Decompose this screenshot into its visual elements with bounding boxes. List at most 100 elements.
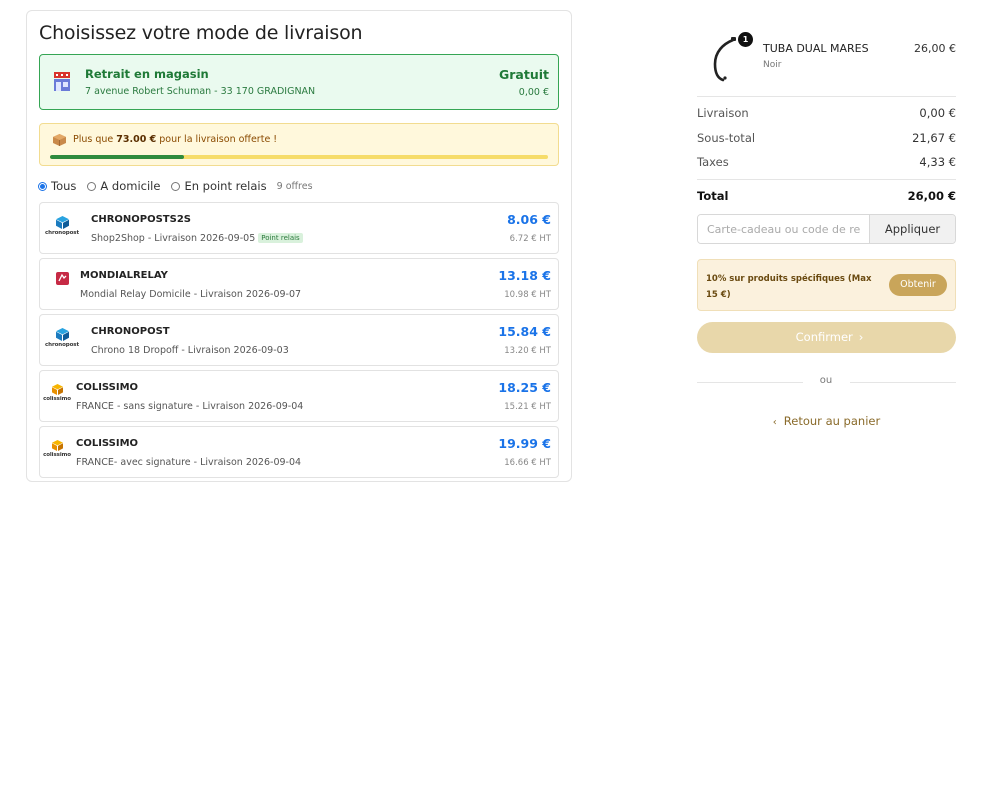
carrier-name: COLISSIMO xyxy=(76,382,139,393)
store-name: Retrait en magasin xyxy=(85,67,209,81)
carrier-option[interactable]: chronopost CHRONOPOSTS2S Shop2Shop - Liv… xyxy=(39,202,559,254)
or-divider-right xyxy=(850,382,956,383)
radio-indicator xyxy=(38,181,47,191)
carrier-description: Mondial Relay Domicile - Livraison 2026-… xyxy=(80,289,302,300)
mondialrelay-logo xyxy=(40,272,84,298)
total-row: Total 26,00 € xyxy=(697,189,956,203)
chronopost-logo: chronopost xyxy=(40,216,84,242)
carrier-list: chronopost CHRONOPOSTS2S Shop2Shop - Liv… xyxy=(39,202,559,478)
carrier-price-ht: 10.98 € HT xyxy=(504,290,551,300)
carrier-price: 19.99 € xyxy=(498,436,551,451)
filter-all-label: Tous xyxy=(51,179,77,193)
carrier-description: Chrono 18 Dropoff - Livraison 2026-09-03 xyxy=(91,345,289,356)
carrier-price-ht: 13.20 € HT xyxy=(504,346,551,356)
filter-relay-label: En point relais xyxy=(184,179,267,193)
promo-amount: 73.00 € xyxy=(116,134,157,145)
chevron-left-icon: ‹ xyxy=(772,417,777,428)
carrier-logo-caption: colissimo xyxy=(43,396,71,402)
confirm-button[interactable]: Confirmer › xyxy=(697,322,956,353)
carrier-name: CHRONOPOSTS2S xyxy=(91,214,191,225)
carrier-price-ht: 6.72 € HT xyxy=(509,234,551,244)
back-to-cart-label: Retour au panier xyxy=(783,414,881,428)
carrier-option[interactable]: colissimo COLISSIMO FRANCE - sans signat… xyxy=(39,370,559,422)
promo-suffix: pour la livraison offerte ! xyxy=(156,134,278,145)
store-pickup-option[interactable]: Retrait en magasin 7 avenue Robert Schum… xyxy=(39,54,559,110)
confirm-label: Confirmer xyxy=(795,330,853,344)
subtotal-value: 21,67 € xyxy=(912,131,956,145)
chronopost-logo: chronopost xyxy=(40,328,84,354)
radio-indicator xyxy=(171,181,181,191)
subtotal-label: Sous-total xyxy=(697,131,756,145)
divider xyxy=(697,96,956,97)
point-relais-tag: Point relais xyxy=(258,233,303,243)
coupon-input[interactable] xyxy=(698,215,870,243)
quantity-badge: 1 xyxy=(738,32,753,47)
page-title: Choisissez votre mode de livraison xyxy=(39,22,363,44)
shipping-label: Livraison xyxy=(697,106,749,120)
filter-all-radio[interactable]: Tous xyxy=(38,179,76,193)
carrier-logo-caption: chronopost xyxy=(45,342,79,348)
promo-prefix: Plus que xyxy=(73,134,117,145)
or-divider-left xyxy=(697,382,803,383)
carrier-price: 13.18 € xyxy=(498,268,551,283)
store-icon xyxy=(54,72,70,91)
radio-indicator xyxy=(87,181,97,191)
store-price: 0,00 € xyxy=(518,87,549,98)
filter-relay-radio[interactable]: En point relais xyxy=(171,179,267,193)
back-to-cart-link[interactable]: ‹ Retour au panier xyxy=(697,414,956,428)
or-label: ou xyxy=(819,375,833,386)
package-icon xyxy=(53,134,66,146)
total-label: Total xyxy=(697,189,729,203)
product-price: 26,00 € xyxy=(914,42,956,55)
carrier-option[interactable]: chronopost CHRONOPOST Chrono 18 Dropoff … xyxy=(39,314,559,366)
promo-text: Plus que 73.00 € pour la livraison offer… xyxy=(73,134,277,145)
delivery-filters: Tous A domicile En point relais 9 offres xyxy=(38,179,559,193)
carrier-price: 18.25 € xyxy=(498,380,551,395)
carrier-name: COLISSIMO xyxy=(76,438,139,449)
colissimo-icon xyxy=(51,440,63,451)
store-free-label: Gratuit xyxy=(499,67,549,82)
carrier-logo-caption: chronopost xyxy=(45,230,79,236)
promo-progress-bar xyxy=(50,155,548,159)
chronopost-cube-icon xyxy=(55,216,69,229)
chronopost-cube-icon xyxy=(55,328,69,341)
carrier-price-ht: 16.66 € HT xyxy=(504,458,551,468)
carrier-description-text: Shop2Shop - Livraison 2026-09-05 xyxy=(91,233,256,244)
taxes-row: Taxes 4,33 € xyxy=(697,155,956,169)
subtotal-row: Sous-total 21,67 € xyxy=(697,131,956,145)
taxes-label: Taxes xyxy=(697,155,729,169)
apply-coupon-button[interactable]: Appliquer xyxy=(869,215,955,243)
filter-home-radio[interactable]: A domicile xyxy=(87,179,160,193)
mondialrelay-icon xyxy=(55,272,69,285)
carrier-logo-caption: colissimo xyxy=(43,452,71,458)
get-offer-button[interactable]: Obtenir xyxy=(889,274,947,296)
carrier-description: FRANCE - sans signature - Livraison 2026… xyxy=(76,401,304,412)
product-variant: Noir xyxy=(763,60,782,70)
taxes-value: 4,33 € xyxy=(919,155,956,169)
carrier-description: Shop2Shop - Livraison 2026-09-05 Point re… xyxy=(91,233,303,244)
colissimo-icon xyxy=(51,384,63,395)
offer-text: 10% sur produits spécifiques (Max 15 €) xyxy=(706,274,872,300)
shipping-row: Livraison 0,00 € xyxy=(697,106,956,120)
delivery-panel: Choisissez votre mode de livraison Retra… xyxy=(26,10,572,482)
promo-progress-fill xyxy=(50,155,185,159)
divider xyxy=(697,179,956,180)
offers-count: 9 offres xyxy=(276,180,313,192)
carrier-price: 8.06 € xyxy=(507,212,551,227)
carrier-name: MONDIALRELAY xyxy=(80,270,168,281)
carrier-description: FRANCE- avec signature - Livraison 2026-… xyxy=(76,457,302,468)
carrier-option[interactable]: colissimo COLISSIMO FRANCE- avec signatu… xyxy=(39,426,559,478)
chevron-right-icon: › xyxy=(858,330,864,344)
colissimo-logo: colissimo xyxy=(35,440,79,466)
discount-offer: 10% sur produits spécifiques (Max 15 €) … xyxy=(697,259,956,311)
product-name: TUBA DUAL MARES xyxy=(763,42,869,55)
free-shipping-banner: Plus que 73.00 € pour la livraison offer… xyxy=(39,123,559,166)
colissimo-logo: colissimo xyxy=(35,384,79,410)
carrier-option[interactable]: MONDIALRELAY Mondial Relay Domicile - Li… xyxy=(39,258,559,310)
store-address: 7 avenue Robert Schuman - 33 170 GRADIGN… xyxy=(85,86,316,97)
total-value: 26,00 € xyxy=(907,189,956,203)
carrier-price: 15.84 € xyxy=(498,324,551,339)
filter-home-label: A domicile xyxy=(100,179,161,193)
shipping-value: 0,00 € xyxy=(919,106,956,120)
carrier-price-ht: 15.21 € HT xyxy=(504,402,551,412)
